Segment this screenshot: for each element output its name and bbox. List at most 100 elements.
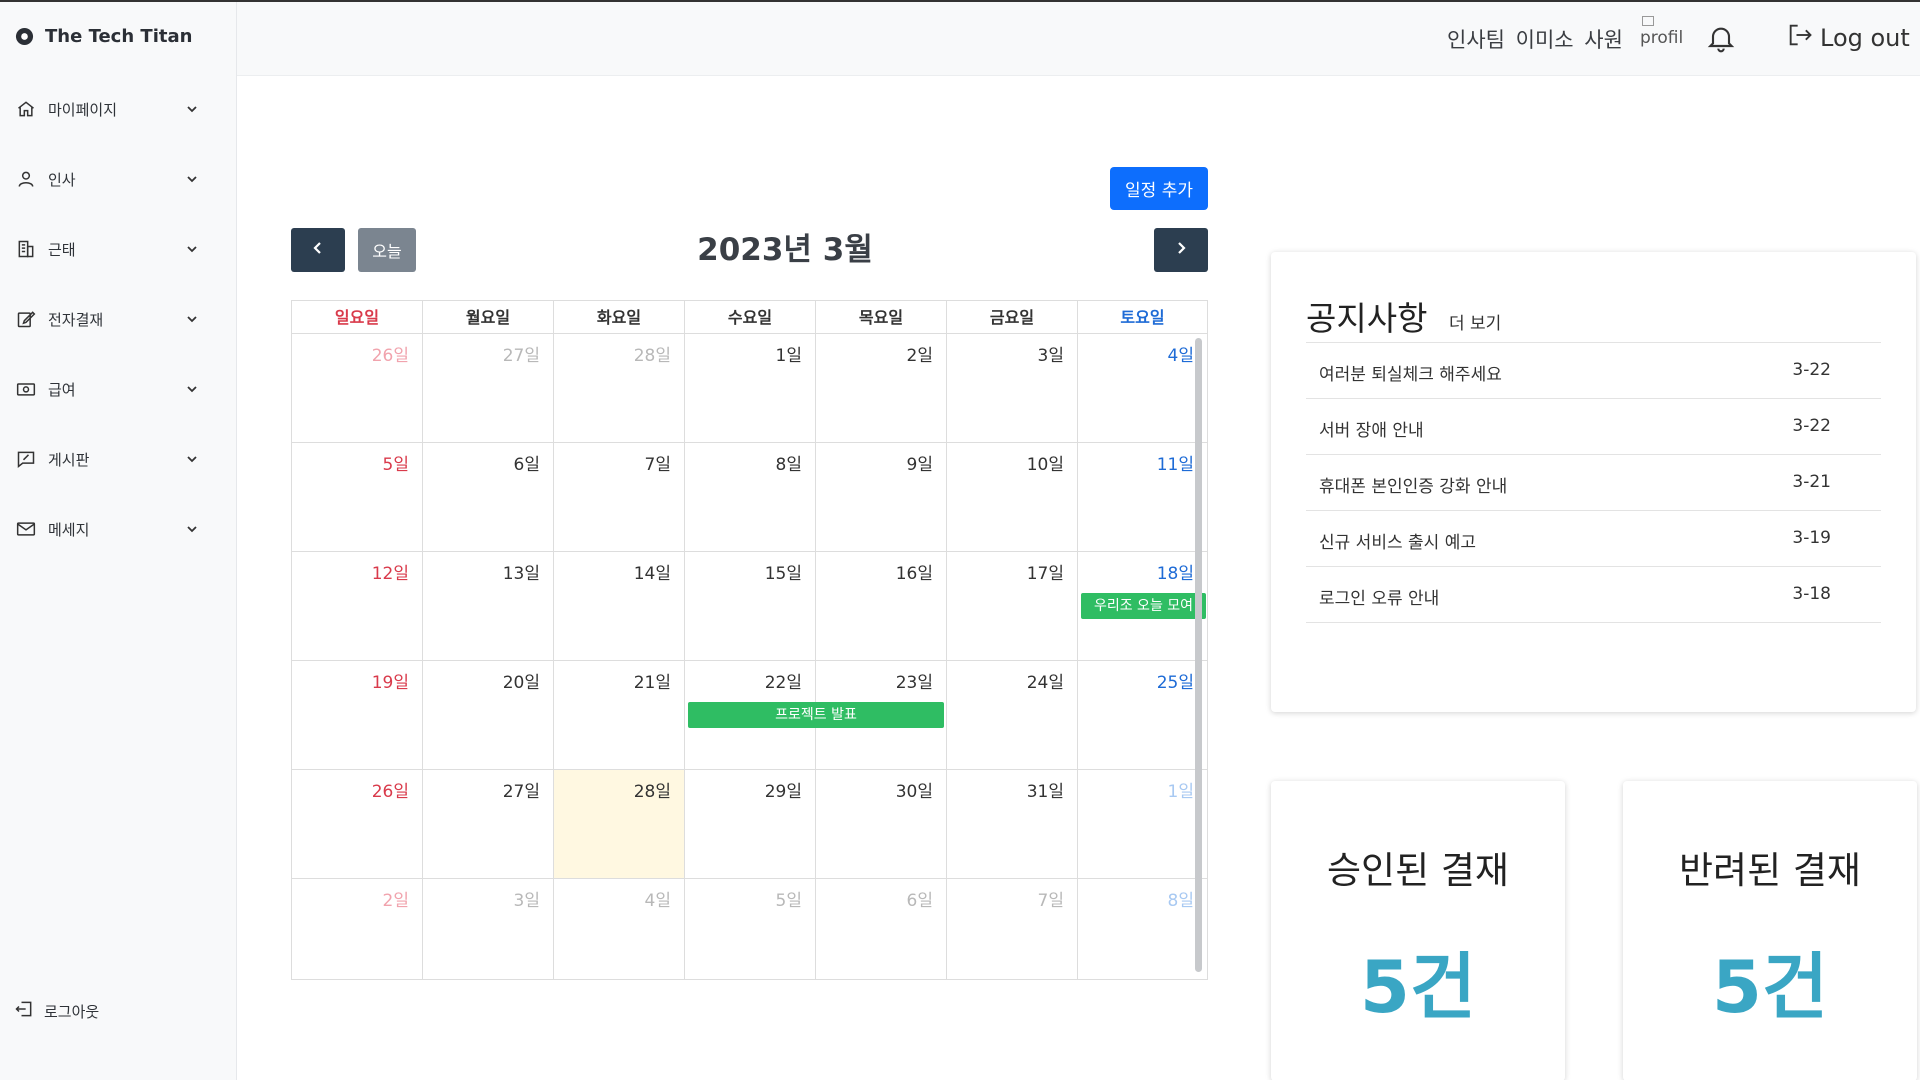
scrollbar-thumb[interactable] (1195, 338, 1202, 972)
notice-item[interactable]: 로그인 오류 안내 3-18 (1306, 567, 1881, 623)
today-button[interactable]: 오늘 (358, 228, 416, 272)
notice-item-date: 3-19 (1792, 528, 1831, 548)
sidebar-item-salary[interactable]: 급여 (14, 369, 200, 409)
weekday-header: 토요일 (1120, 308, 1165, 327)
calendar-day-cell[interactable]: 15일 (685, 552, 816, 660)
calendar-day-cell[interactable]: 4일 (1078, 334, 1207, 442)
calendar-day-cell[interactable]: 10일 (947, 443, 1078, 551)
brand[interactable]: The Tech Titan (15, 26, 192, 47)
calendar-day-cell[interactable]: 7일 (947, 879, 1078, 979)
notice-item-date: 3-18 (1792, 584, 1831, 604)
calendar-day-cell[interactable]: 21일 (554, 661, 685, 769)
broken-image-icon (1642, 16, 1654, 26)
notice-item[interactable]: 여러분 퇴실체크 해주세요 3-22 (1306, 343, 1881, 399)
calendar-day-cell[interactable]: 19일 (292, 661, 423, 769)
sidebar-item-label: 인사 (48, 170, 76, 189)
sidebar-logout-button[interactable]: 로그아웃 (14, 999, 99, 1023)
calendar-event[interactable]: 프로젝트 발표 (688, 702, 944, 728)
chevron-right-icon (1173, 240, 1189, 260)
calendar-day-cell[interactable]: 28일 (554, 770, 685, 878)
calendar-day-number: 8일 (1167, 891, 1194, 911)
person-icon (14, 167, 38, 191)
notice-item[interactable]: 신규 서비스 출시 예고 3-19 (1306, 511, 1881, 567)
weekday-header: 화요일 (554, 301, 685, 334)
chevron-down-icon (184, 451, 200, 467)
calendar-day-cell[interactable]: 28일 (554, 334, 685, 442)
sidebar-item-message[interactable]: 메세지 (14, 509, 200, 549)
calendar-day-cell[interactable]: 6일 (816, 879, 947, 979)
calendar-day-cell[interactable]: 29일 (685, 770, 816, 878)
sidebar-item-hr[interactable]: 인사 (14, 159, 200, 199)
calendar-day-cell[interactable]: 11일 (1078, 443, 1207, 551)
next-month-button[interactable] (1154, 228, 1208, 272)
notice-item-date: 3-22 (1792, 360, 1831, 380)
calendar-day-cell[interactable]: 8일 (685, 443, 816, 551)
calendar-day-cell[interactable]: 16일 (816, 552, 947, 660)
header-logout-button[interactable]: Log out (1786, 22, 1910, 54)
notice-item[interactable]: 휴대폰 본인인증 강화 안내 3-21 (1306, 455, 1881, 511)
calendar-day-number: 27일 (502, 346, 540, 366)
edit-icon (14, 307, 38, 331)
approved-card[interactable]: 승인된 결재 5건 (1271, 781, 1565, 1080)
sidebar-item-mypage[interactable]: 마이페이지 (14, 89, 200, 129)
calendar-day-number: 30일 (895, 782, 933, 802)
calendar-day-cell[interactable]: 31일 (947, 770, 1078, 878)
bell-icon[interactable] (1705, 22, 1737, 54)
calendar-day-cell[interactable]: 5일 (292, 443, 423, 551)
calendar-day-cell[interactable]: 6일 (423, 443, 554, 551)
calendar-day-cell[interactable]: 14일 (554, 552, 685, 660)
calendar-event[interactable]: 우리조 오늘 모여 (1081, 593, 1206, 619)
calendar-day-cell[interactable]: 17일 (947, 552, 1078, 660)
avatar-alt-text: profil (1640, 28, 1684, 48)
notice-item-date: 3-22 (1792, 416, 1831, 436)
calendar-day-cell[interactable]: 8일 (1078, 879, 1207, 979)
approved-card-title: 승인된 결재 (1327, 849, 1509, 892)
calendar-day-number: 14일 (633, 564, 671, 584)
calendar-day-cell[interactable]: 4일 (554, 879, 685, 979)
calendar-day-cell[interactable]: 2일 (292, 879, 423, 979)
notice-item-date: 3-21 (1792, 472, 1831, 492)
prev-month-button[interactable] (291, 228, 345, 272)
calendar-day-number: 20일 (502, 673, 540, 693)
calendar-day-cell[interactable]: 1일 (685, 334, 816, 442)
calendar-day-cell[interactable]: 30일 (816, 770, 947, 878)
notice-item[interactable]: 서버 장애 안내 3-22 (1306, 399, 1881, 455)
calendar-day-number: 1일 (775, 346, 802, 366)
sidebar-item-attendance[interactable]: 근태 (14, 229, 200, 269)
calendar-day-cell[interactable]: 1일 (1078, 770, 1207, 878)
notice-more-link[interactable]: 더 보기 (1449, 309, 1501, 334)
weekday-header: 금요일 (947, 301, 1078, 334)
calendar-scrollbar[interactable] (1193, 338, 1203, 972)
calendar-day-cell[interactable]: 3일 (423, 879, 554, 979)
calendar-day-cell[interactable]: 9일 (816, 443, 947, 551)
calendar-day-cell[interactable]: 5일 (685, 879, 816, 979)
calendar-day-cell[interactable]: 20일 (423, 661, 554, 769)
calendar-day-number: 3일 (1037, 346, 1064, 366)
calendar-day-cell[interactable]: 2일 (816, 334, 947, 442)
calendar-day-number: 16일 (895, 564, 933, 584)
calendar-day-number: 5일 (382, 455, 409, 475)
logout-icon (1786, 21, 1814, 55)
calendar-day-number: 31일 (1026, 782, 1064, 802)
sidebar-item-board[interactable]: 게시판 (14, 439, 200, 479)
calendar-day-cell[interactable]: 7일 (554, 443, 685, 551)
avatar[interactable]: profil (1640, 16, 1686, 56)
calendar-day-cell[interactable]: 13일 (423, 552, 554, 660)
calendar-day-cell[interactable]: 12일 (292, 552, 423, 660)
calendar-day-cell[interactable]: 27일 (423, 770, 554, 878)
calendar-day-number: 10일 (1026, 455, 1064, 475)
weekday-header: 월요일 (423, 301, 554, 334)
calendar-day-number: 24일 (1026, 673, 1064, 693)
rejected-card[interactable]: 반려된 결재 5건 (1623, 781, 1917, 1080)
calendar-day-number: 29일 (764, 782, 802, 802)
add-schedule-button[interactable]: 일정 추가 (1110, 167, 1208, 210)
calendar-day-cell[interactable]: 24일 (947, 661, 1078, 769)
sidebar-item-approval[interactable]: 전자결재 (14, 299, 200, 339)
calendar-day-cell[interactable]: 26일 (292, 770, 423, 878)
chevron-down-icon (184, 381, 200, 397)
calendar-day-cell[interactable]: 27일 (423, 334, 554, 442)
calendar-day-cell[interactable]: 25일 (1078, 661, 1207, 769)
calendar-day-cell[interactable]: 26일 (292, 334, 423, 442)
notice-list: 여러분 퇴실체크 해주세요 3-22 서버 장애 안내 3-22 휴대폰 본인인… (1306, 342, 1881, 623)
calendar-day-cell[interactable]: 3일 (947, 334, 1078, 442)
